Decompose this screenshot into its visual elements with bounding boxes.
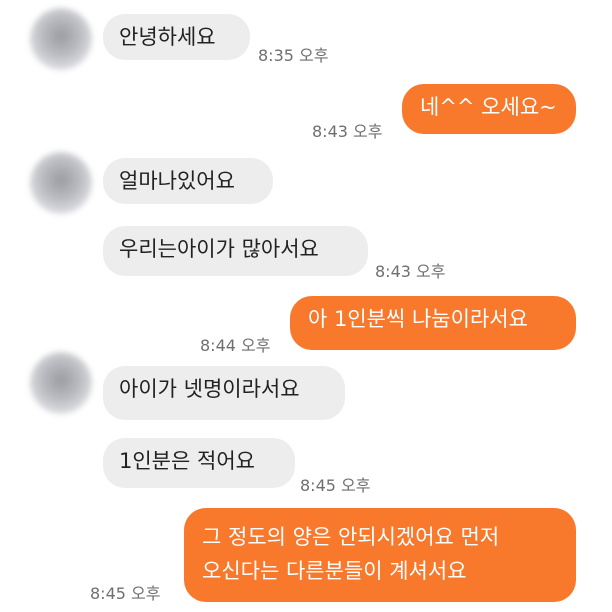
sender-avatar[interactable]: [30, 352, 92, 414]
incoming-message-bubble[interactable]: 얼마나있어요: [103, 158, 273, 204]
outgoing-message-bubble[interactable]: 그 정도의 양은 안되시겠어요 먼저 오신다는 다른분들이 계셔서요: [184, 508, 576, 602]
message-timestamp: 8:45 오후: [300, 476, 371, 495]
incoming-message-bubble[interactable]: 우리는아이가 많아서요: [103, 226, 368, 276]
incoming-message-bubble[interactable]: 1인분은 적어요: [103, 438, 295, 488]
message-timestamp: 8:35 오후: [258, 46, 329, 65]
message-line: 오신다는 다른분들이 계셔서요: [202, 559, 467, 583]
message-timestamp: 8:43 오후: [375, 262, 446, 281]
sender-avatar[interactable]: [30, 152, 92, 214]
incoming-message-bubble[interactable]: 안녕하세요: [103, 14, 250, 60]
message-timestamp: 8:43 오후: [312, 122, 383, 141]
message-timestamp: 8:44 오후: [200, 336, 271, 355]
incoming-message-bubble[interactable]: 아이가 넷명이라서요: [103, 366, 345, 420]
message-line: 그 정도의 양은 안되시겠어요 먼저: [202, 525, 500, 549]
outgoing-message-bubble[interactable]: 네^^ 오세요~: [402, 84, 576, 134]
sender-avatar[interactable]: [30, 8, 92, 70]
message-timestamp: 8:45 오후: [90, 584, 161, 603]
chat-thread: 안녕하세요 8:35 오후 8:43 오후 네^^ 오세요~ 얼마나있어요 우리…: [0, 0, 612, 612]
outgoing-message-bubble[interactable]: 아 1인분씩 나눔이라서요: [290, 296, 576, 350]
